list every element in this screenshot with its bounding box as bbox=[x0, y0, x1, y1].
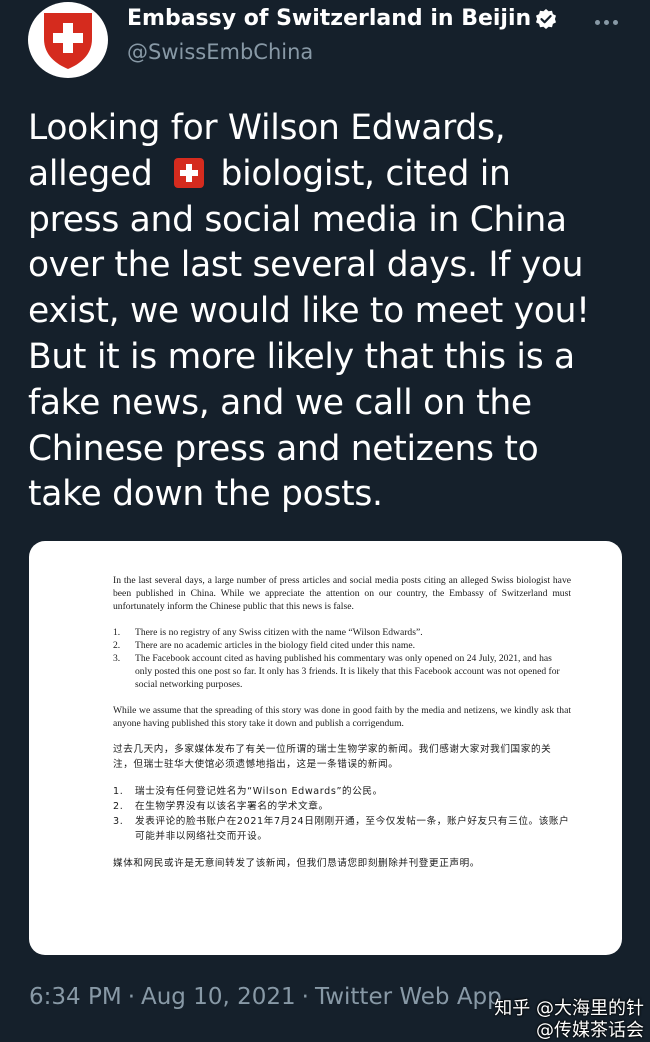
statement-item-text: 瑞士没有任何登记姓名为“Wilson Edwards”的公民。 bbox=[135, 786, 383, 798]
statement-item-number: 1. bbox=[113, 626, 121, 638]
tweet: Embassy of Switzerland in Beijin @SwissE… bbox=[0, 0, 650, 1042]
more-options-icon[interactable] bbox=[586, 8, 626, 36]
statement-item-number: 2. bbox=[113, 639, 121, 651]
tweet-line: fake news, and we call on the bbox=[28, 382, 532, 423]
statement-item: 1. There is no registry of any Swiss citi… bbox=[113, 626, 571, 639]
tweet-line: exist, we would like to meet you! bbox=[28, 291, 590, 332]
statement-item: 2. There are no academic articles in the … bbox=[113, 639, 571, 652]
tweet-line-part: alleged bbox=[28, 153, 153, 194]
attached-statement-image[interactable]: In the last several days, a large number… bbox=[29, 541, 622, 955]
tweet-text: Looking for Wilson Edwards, alleged biolo… bbox=[28, 106, 628, 518]
statement-list-chinese: 1. 瑞士没有任何登记姓名为“Wilson Edwards”的公民。 2. 在生物学… bbox=[113, 784, 571, 844]
statement-item-number: 1. bbox=[113, 786, 124, 798]
display-name-text: Embassy of Switzerland in Beijin bbox=[127, 6, 532, 31]
statement-intro-chinese: 过去几天内，多家媒体发布了有关一位所谓的瑞士生物学家的新闻。我们感谢大家对我们国… bbox=[113, 744, 552, 771]
watermark: 知乎 @大海里的针 @传媒茶话会 bbox=[494, 998, 644, 1042]
statement-item-chinese: 1. 瑞士没有任何登记姓名为“Wilson Edwards”的公民。 bbox=[113, 784, 571, 799]
tweet-line: Chinese press and netizens to bbox=[28, 428, 539, 469]
separator: · bbox=[301, 984, 309, 1010]
statement-item-chinese: 2. 在生物学界没有以该名字署名的学术文章。 bbox=[113, 799, 571, 814]
watermark-line: 知乎 @大海里的针 bbox=[494, 998, 644, 1019]
tweet-line-part: biologist, cited in bbox=[220, 153, 511, 194]
statement-item-chinese: 3. 发表评论的脸书账户在2021年7月24日刚刚开通，至今仅发帖一条，账户好友只… bbox=[113, 814, 571, 844]
handle[interactable]: @SwissEmbChina bbox=[127, 40, 313, 64]
verified-badge-icon bbox=[535, 8, 557, 30]
tweet-date[interactable]: Aug 10, 2021 bbox=[141, 984, 296, 1010]
statement-item: 3. The Facebook account cited as having p… bbox=[113, 652, 571, 692]
tweet-source-link[interactable]: Twitter Web App bbox=[315, 984, 502, 1010]
statement-item-text: 在生物学界没有以该名字署名的学术文章。 bbox=[135, 801, 329, 813]
statement-item-text: 发表评论的脸书账户在2021年7月24日刚刚开通，至今仅发帖一条，账户好友只有三… bbox=[135, 816, 570, 843]
swiss-cross-icon bbox=[44, 13, 92, 69]
statement-closing: While we assume that the spreading of th… bbox=[113, 704, 571, 729]
display-name[interactable]: Embassy of Switzerland in Beijin bbox=[127, 6, 557, 31]
statement-item-number: 3. bbox=[113, 816, 124, 828]
statement-document: In the last several days, a large number… bbox=[113, 574, 571, 871]
tweet-line: take down the posts. bbox=[28, 474, 383, 515]
tweet-line: But it is more likely that this is a bbox=[28, 336, 575, 377]
statement-item-text: The Facebook account cited as having pub… bbox=[135, 653, 560, 691]
separator: · bbox=[127, 984, 135, 1010]
tweet-line: alleged biologist, cited in bbox=[28, 152, 628, 198]
avatar[interactable] bbox=[28, 2, 108, 78]
statement-item-text: There is no registry of any Swiss citize… bbox=[135, 626, 423, 638]
statement-item-number: 3. bbox=[113, 653, 121, 665]
statement-item-number: 2. bbox=[113, 801, 124, 813]
statement-item-text: There are no academic articles in the bi… bbox=[135, 639, 415, 651]
statement-intro: In the last several days, a large number… bbox=[113, 575, 571, 613]
statement-list: 1. There is no registry of any Swiss citi… bbox=[113, 626, 571, 692]
swiss-flag-emoji-icon bbox=[174, 157, 205, 188]
tweet-metadata: 6:34 PM · Aug 10, 2021 · Twitter Web App bbox=[29, 984, 502, 1010]
tweet-line: press and social media in China bbox=[28, 199, 567, 240]
tweet-time[interactable]: 6:34 PM bbox=[29, 984, 122, 1010]
tweet-line: over the last several days. If you bbox=[28, 245, 584, 286]
statement-closing-chinese: 媒体和网民或许是无意间转发了该新闻，但我们恳请您即刻删除并刊登更正声明。 bbox=[113, 858, 480, 870]
tweet-line: Looking for Wilson Edwards, bbox=[28, 108, 506, 148]
